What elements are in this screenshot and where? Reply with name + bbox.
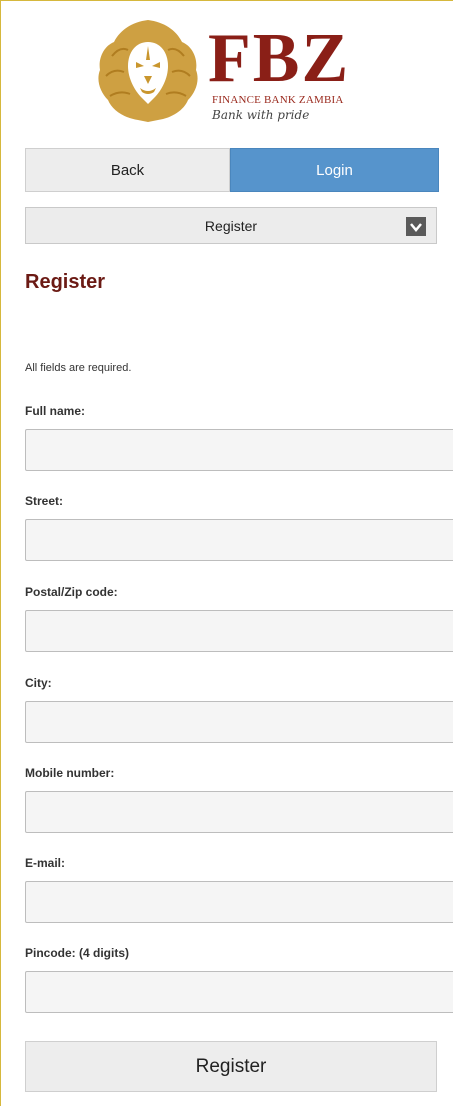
- chevron-down-icon: [406, 217, 426, 236]
- top-nav: Back Login: [25, 148, 439, 192]
- full-name-field[interactable]: [25, 429, 453, 471]
- menu-select[interactable]: Register: [25, 207, 437, 244]
- email-field[interactable]: [25, 881, 453, 923]
- required-note: All fields are required.: [25, 362, 132, 374]
- postal-code-label: Postal/Zip code:: [25, 585, 118, 599]
- lion-head-icon: [98, 20, 198, 122]
- mobile-number-label: Mobile number:: [25, 766, 115, 780]
- brand-full-name: FINANCE BANK ZAMBIA: [212, 94, 344, 106]
- page-title: Register: [25, 271, 106, 293]
- brand-tagline: Bank with pride: [212, 108, 310, 122]
- street-label: Street:: [25, 494, 64, 508]
- bank-logo: FBZ FINANCE BANK ZAMBIA Bank with pride: [92, 16, 362, 134]
- city-field[interactable]: [25, 701, 453, 743]
- postal-code-field[interactable]: [25, 610, 453, 652]
- register-submit-button[interactable]: Register: [25, 1041, 437, 1092]
- city-label: City:: [25, 676, 52, 690]
- back-button[interactable]: Back: [25, 148, 230, 192]
- mobile-number-field[interactable]: [25, 791, 453, 833]
- full-name-label: Full name:: [25, 404, 86, 418]
- pincode-field[interactable]: [25, 971, 453, 1013]
- login-button[interactable]: Login: [230, 148, 439, 192]
- brand-name: FBZ: [208, 20, 351, 97]
- street-field[interactable]: [25, 519, 453, 561]
- email-label: E-mail:: [25, 856, 66, 870]
- menu-select-value: Register: [204, 217, 258, 234]
- pincode-label: Pincode: (4 digits): [25, 946, 130, 960]
